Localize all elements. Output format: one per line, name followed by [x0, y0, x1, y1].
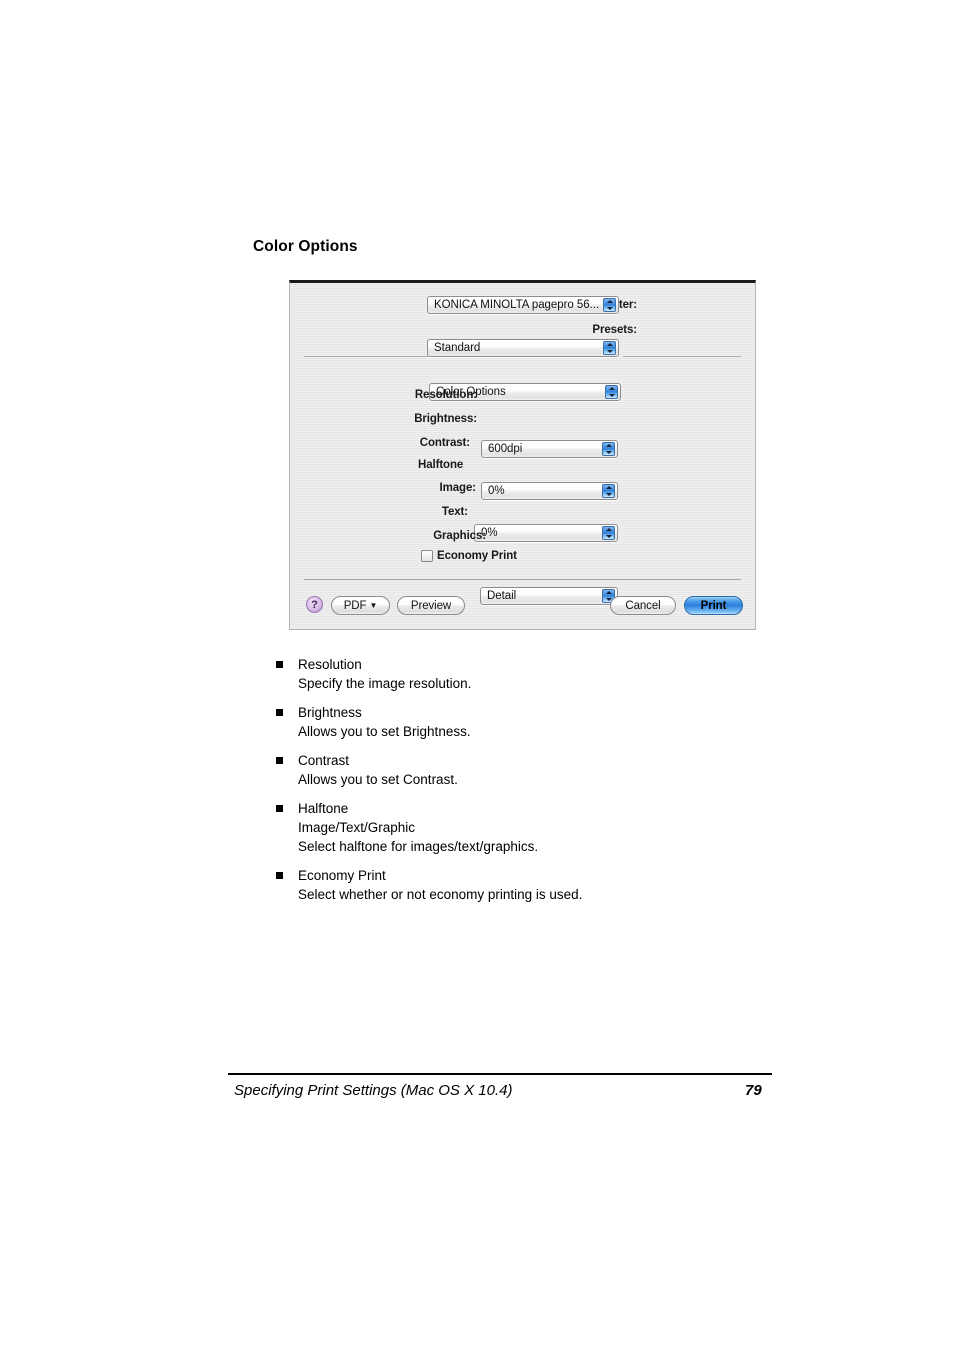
caret-down-icon: ▼: [369, 600, 378, 610]
list-item-term: Resolution: [298, 657, 362, 672]
footer-divider-rule: [228, 1073, 772, 1075]
list-item-term: Economy Print: [298, 868, 386, 883]
text-label: Text:: [441, 506, 468, 518]
list-item-head: Brightness: [276, 703, 696, 722]
presets-value: Standard: [434, 342, 481, 354]
pdf-button-label: PDF: [343, 599, 367, 612]
contrast-label: Contrast:: [419, 437, 470, 449]
text-popup[interactable]: Line Art: [472, 629, 618, 630]
chevron-updown-icon: [602, 526, 615, 540]
brightness-row: Brightness:: [290, 410, 477, 428]
list-item: Halftone Image/Text/Graphic Select halft…: [276, 799, 696, 856]
resolution-popup[interactable]: 600dpi: [481, 440, 618, 458]
list-item-term: Brightness: [298, 705, 362, 720]
image-row: Image:: [290, 479, 477, 497]
image-value: Detail: [487, 590, 517, 602]
presets-popup[interactable]: Standard: [427, 339, 619, 357]
economy-print-checkbox[interactable]: [421, 550, 433, 562]
brightness-label: Brightness:: [414, 413, 477, 425]
printer-value: KONICA MINOLTA pagepro 56...: [434, 299, 599, 311]
divider-left: [304, 356, 428, 357]
list-item-term: Contrast: [298, 753, 350, 768]
chevron-updown-icon: [605, 385, 618, 399]
cancel-button[interactable]: Cancel: [610, 596, 676, 615]
list-item: Economy Print Select whether or not econ…: [276, 866, 696, 904]
pdf-button[interactable]: PDF ▼: [331, 596, 390, 615]
page-title: Color Options: [253, 238, 358, 255]
list-item-desc: Select halftone for images/text/graphics…: [298, 839, 539, 854]
help-button[interactable]: ?: [306, 596, 323, 613]
chevron-updown-icon: [602, 442, 615, 456]
text-row: Text:: [290, 503, 468, 521]
graphics-label: Graphics:: [433, 530, 486, 542]
chevron-updown-icon: [603, 298, 616, 312]
resolution-row: Resolution:: [290, 386, 477, 404]
resolution-label: Resolution:: [414, 389, 477, 401]
image-popup[interactable]: Detail: [480, 587, 618, 605]
footer-divider: [304, 579, 741, 580]
list-item-head: Halftone: [276, 799, 696, 818]
list-item: Contrast Allows you to set Contrast.: [276, 751, 696, 789]
print-button[interactable]: Print: [684, 596, 743, 615]
chevron-updown-icon: [602, 484, 615, 498]
contrast-row: Contrast:: [290, 434, 470, 452]
options-description-list: Resolution Specify the image resolution.…: [276, 655, 696, 914]
list-item: Resolution Specify the image resolution.: [276, 655, 696, 693]
economy-print-checkbox-row[interactable]: Economy Print: [421, 550, 517, 562]
printer-popup[interactable]: KONICA MINOLTA pagepro 56...: [427, 296, 619, 314]
list-item: Brightness Allows you to set Brightness.: [276, 703, 696, 741]
square-bullet-icon: [276, 872, 283, 879]
list-item-term: Halftone: [298, 801, 349, 816]
halftone-section-label: Halftone: [418, 459, 464, 471]
presets-row: Presets:: [290, 321, 637, 339]
list-item-head: Economy Print: [276, 866, 696, 885]
list-item-desc: Allows you to set Contrast.: [298, 772, 458, 787]
footer-page-number: 79: [745, 1082, 762, 1099]
list-item-desc: Image/Text/Graphic: [298, 820, 416, 835]
contrast-popup[interactable]: 0%: [474, 524, 618, 542]
square-bullet-icon: [276, 709, 283, 716]
resolution-value: 600dpi: [488, 443, 523, 455]
list-item-head: Resolution: [276, 655, 696, 674]
economy-print-label: Economy Print: [437, 550, 517, 562]
brightness-popup[interactable]: 0%: [481, 482, 618, 500]
brightness-value: 0%: [488, 485, 505, 497]
divider-right: [623, 356, 741, 357]
square-bullet-icon: [276, 805, 283, 812]
footer-title: Specifying Print Settings (Mac OS X 10.4…: [234, 1082, 513, 1099]
presets-label: Presets:: [592, 324, 637, 336]
list-item-desc: Specify the image resolution.: [298, 676, 472, 691]
square-bullet-icon: [276, 757, 283, 764]
preview-button[interactable]: Preview: [397, 596, 465, 615]
square-bullet-icon: [276, 661, 283, 668]
list-item-desc: Select whether or not economy printing i…: [298, 887, 583, 902]
print-dialog: Printer: KONICA MINOLTA pagepro 56... Pr…: [289, 280, 756, 630]
list-item-head: Contrast: [276, 751, 696, 770]
list-item-desc: Allows you to set Brightness.: [298, 724, 471, 739]
chevron-updown-icon: [603, 341, 616, 355]
graphics-row: Graphics:: [290, 527, 486, 545]
image-label: Image:: [439, 482, 477, 494]
